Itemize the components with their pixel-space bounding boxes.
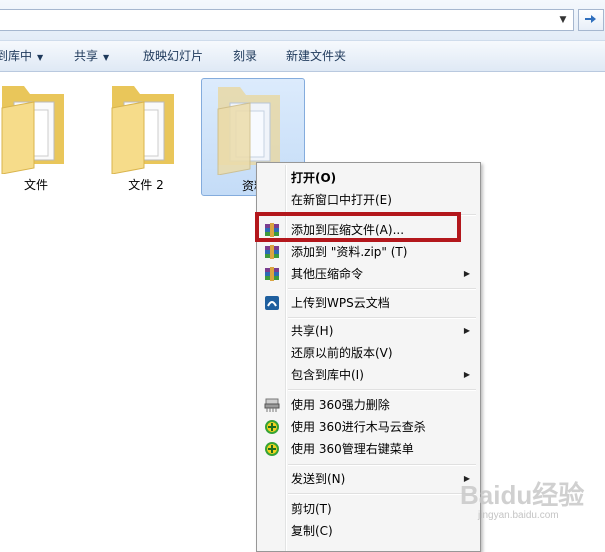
menu-item-cut[interactable]: 剪切(T) xyxy=(259,498,478,520)
menu-item-label: 使用 360管理右键菜单 xyxy=(291,442,414,456)
menu-item-label: 在新窗口中打开(E) xyxy=(291,193,392,207)
menu-item-label: 包含到库中(I) xyxy=(291,368,364,382)
address-bar-area: ▼ xyxy=(0,0,605,40)
toolbar-label: 到库中 xyxy=(0,49,33,63)
address-dropdown-icon[interactable]: ▼ xyxy=(556,14,570,26)
toolbar-slideshow[interactable]: 放映幻灯片 xyxy=(143,41,203,72)
folder-label: 文件 2 xyxy=(128,178,164,192)
toolbar-burn[interactable]: 刻录 xyxy=(233,41,257,72)
toolbar-share[interactable]: 共享 ▼ xyxy=(74,41,109,72)
360-icon xyxy=(265,442,279,456)
watermark: Baidu经验 xyxy=(460,480,585,510)
chevron-down-icon: ▼ xyxy=(103,53,110,62)
refresh-button[interactable] xyxy=(578,9,604,31)
highlight-box xyxy=(255,212,461,242)
menu-separator xyxy=(288,317,476,319)
folder-icon xyxy=(217,87,280,175)
folder-item[interactable]: 文件 xyxy=(0,78,88,196)
menu-item-360-delete[interactable]: 使用 360强力删除 xyxy=(259,394,478,416)
menu-item-restore-previous[interactable]: 还原以前的版本(V) xyxy=(259,342,478,364)
folder-item[interactable]: 文件 2 xyxy=(94,78,198,196)
menu-separator xyxy=(288,288,476,290)
menu-item-label: 使用 360进行木马云查杀 xyxy=(291,420,426,434)
menu-item-label: 其他压缩命令 xyxy=(291,267,364,281)
menu-item-360-manage[interactable]: 使用 360管理右键菜单 xyxy=(259,438,478,460)
360-icon xyxy=(265,420,279,434)
menu-item-copy[interactable]: 复制(C) xyxy=(259,520,478,542)
menu-item-label: 共享(H) xyxy=(291,324,334,338)
menu-item-360-scan[interactable]: 使用 360进行木马云查杀 xyxy=(259,416,478,438)
menu-separator xyxy=(288,464,476,466)
menu-item-open[interactable]: 打开(O) xyxy=(259,167,478,189)
folder-icon xyxy=(1,86,64,174)
chevron-down-icon: ▼ xyxy=(37,53,44,62)
submenu-arrow-icon: ▶ xyxy=(463,269,470,278)
menu-separator xyxy=(288,493,476,495)
winrar-icon xyxy=(265,267,279,281)
toolbar-include-in-library[interactable]: 到库中 ▼ xyxy=(0,41,43,72)
shredder-icon xyxy=(264,398,280,412)
toolbar-label: 共享 xyxy=(74,49,99,63)
menu-item-send-to[interactable]: 发送到(N) ▶ xyxy=(259,468,478,490)
menu-item-label: 上传到WPS云文档 xyxy=(291,296,390,310)
submenu-arrow-icon: ▶ xyxy=(463,370,470,379)
menu-item-label: 剪切(T) xyxy=(291,502,332,516)
refresh-icon xyxy=(585,15,596,23)
toolbar-label: 刻录 xyxy=(233,49,258,63)
menu-item-label: 使用 360强力删除 xyxy=(291,398,390,412)
menu-item-label: 打开(O) xyxy=(291,171,337,185)
folder-label: 文件 xyxy=(23,178,48,192)
menu-item-upload-wps[interactable]: 上传到WPS云文档 xyxy=(259,292,478,314)
menu-item-label: 添加到 "资料.zip" (T) xyxy=(291,245,408,259)
toolbar-new-folder[interactable]: 新建文件夹 xyxy=(286,41,346,72)
watermark-url: jingyan.baidu.com xyxy=(478,510,559,521)
wps-cloud-icon xyxy=(265,296,279,310)
menu-item-label: 复制(C) xyxy=(291,524,333,538)
winrar-icon xyxy=(265,245,279,259)
menu-item-label: 还原以前的版本(V) xyxy=(291,346,393,360)
toolbar-label: 放映幻灯片 xyxy=(143,49,204,63)
toolbar-label: 新建文件夹 xyxy=(286,49,347,63)
menu-item-label: 发送到(N) xyxy=(291,472,346,486)
folder-icon xyxy=(111,86,174,174)
menu-separator xyxy=(288,389,476,391)
address-field[interactable] xyxy=(0,9,574,31)
menu-item-open-new-window[interactable]: 在新窗口中打开(E) xyxy=(259,189,478,211)
menu-item-add-to-zip[interactable]: 添加到 "资料.zip" (T) xyxy=(259,241,478,263)
menu-item-other-compression[interactable]: 其他压缩命令 ▶ xyxy=(259,263,478,285)
menu-item-include-library[interactable]: 包含到库中(I) ▶ xyxy=(259,364,478,386)
submenu-arrow-icon: ▶ xyxy=(463,326,470,335)
command-toolbar: 到库中 ▼ 共享 ▼ 放映幻灯片 刻录 新建文件夹 xyxy=(0,40,605,72)
menu-item-share[interactable]: 共享(H) ▶ xyxy=(259,320,478,342)
